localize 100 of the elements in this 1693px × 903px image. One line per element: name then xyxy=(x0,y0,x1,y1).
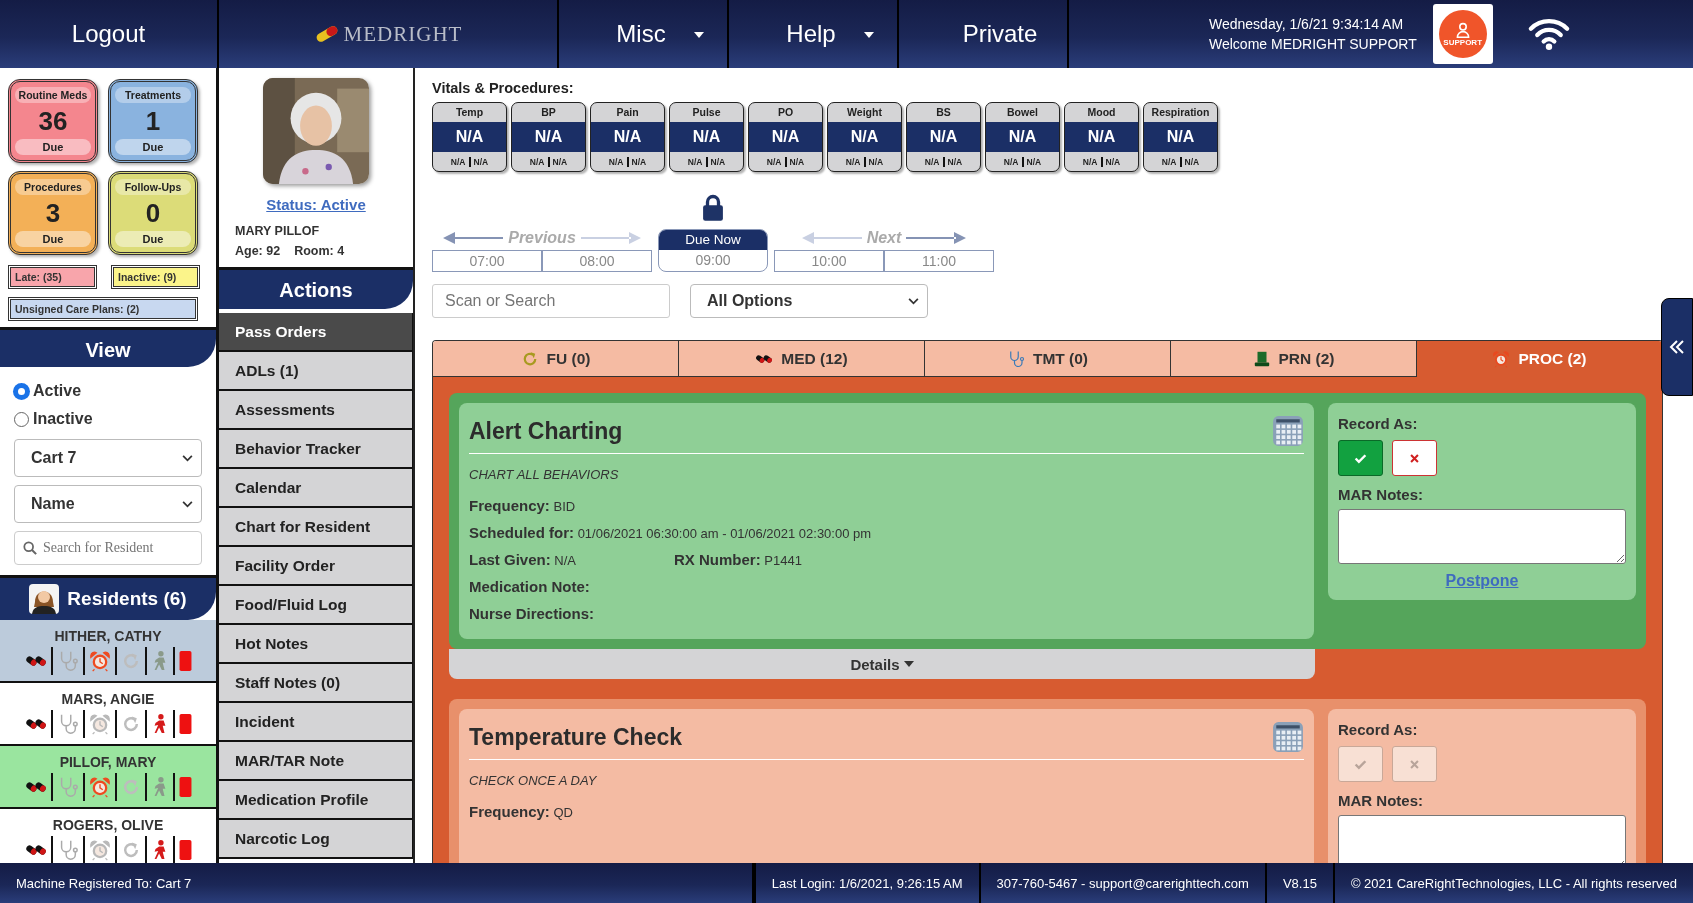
search-field[interactable]: Search for Resident xyxy=(14,531,202,565)
vital-label: BS xyxy=(935,105,952,120)
vital-tile[interactable]: BS N/A N/A N/A xyxy=(906,102,981,172)
menu-button[interactable]: Help xyxy=(729,0,899,68)
vital-tile[interactable]: Mood N/A N/A N/A xyxy=(1064,102,1139,172)
due-tile[interactable]: Routine Meds 36 Due xyxy=(8,79,98,163)
status-block-icon xyxy=(178,713,192,735)
confirm-button[interactable] xyxy=(1338,440,1383,476)
dropdown[interactable]: All Options xyxy=(690,284,928,318)
action-item[interactable]: Narcotic Log xyxy=(219,820,413,859)
vital-tile[interactable]: Weight N/A N/A N/A xyxy=(827,102,902,172)
time-slot[interactable]: 07:00 xyxy=(432,250,542,272)
vital-high: N/A xyxy=(788,156,805,167)
dropdown[interactable]: Name xyxy=(14,485,202,523)
room-text: Room: 4 xyxy=(294,243,345,260)
action-item[interactable]: Incident xyxy=(219,703,413,742)
resident-name: HITHER, CATHY xyxy=(53,628,163,644)
search-field[interactable]: Scan or Search xyxy=(432,284,670,318)
action-item[interactable]: ADLs (1) xyxy=(219,352,413,391)
radio-label[interactable]: Inactive xyxy=(33,410,93,428)
vital-tile[interactable]: PO N/A N/A N/A xyxy=(748,102,823,172)
action-item[interactable]: Calendar xyxy=(219,469,413,508)
due-tile[interactable]: Procedures 3 Due xyxy=(8,171,98,255)
notes-field[interactable] xyxy=(1338,509,1626,564)
vital-tile[interactable]: Respiration N/A N/A N/A xyxy=(1143,102,1218,172)
time-slot[interactable]: 08:00 xyxy=(542,250,652,272)
footer-text: © 2021 CareRightTechnologies, LLC - All rights reserved xyxy=(1349,874,1678,893)
tile-count: 36 xyxy=(38,109,68,133)
action-item[interactable]: Pass Orders xyxy=(219,313,413,352)
status-badge[interactable]: Unsigned Care Plans: (2) xyxy=(10,299,196,319)
action-item[interactable]: Staff Notes (0) xyxy=(219,664,413,703)
section-header: Residents (6) xyxy=(0,575,216,620)
reject-button[interactable] xyxy=(1392,440,1437,476)
radio-label[interactable]: Active xyxy=(33,382,82,400)
order-title: Alert Charting xyxy=(469,417,623,445)
time-slot[interactable]: 11:00 xyxy=(884,250,994,272)
vital-low: N/A xyxy=(766,156,787,167)
vital-tile[interactable]: Pulse N/A N/A N/A xyxy=(669,102,744,172)
vital-value: N/A xyxy=(828,122,901,152)
tile-label: Follow-Ups xyxy=(115,179,191,195)
due-tile[interactable]: Follow-Ups 0 Due xyxy=(108,171,198,255)
tab[interactable]: FU (0) xyxy=(433,341,679,377)
age-text: Age: 92 xyxy=(235,243,281,260)
resident-row[interactable]: HITHER, CATHY xyxy=(0,620,216,683)
tab[interactable]: TMT (0) xyxy=(925,341,1171,377)
time-slot[interactable]: Due Now 09:00 xyxy=(658,229,768,272)
chevron-icon xyxy=(908,297,919,305)
vital-high: N/A xyxy=(867,156,884,167)
chevron-icon xyxy=(182,454,193,462)
tile-count: 3 xyxy=(45,201,61,225)
vital-low: N/A xyxy=(1003,156,1024,167)
radio-button[interactable] xyxy=(14,383,29,399)
time-slot[interactable]: 10:00 xyxy=(774,250,884,272)
status-link[interactable]: Status: Active xyxy=(266,196,366,213)
action-item[interactable]: Medication Profile xyxy=(219,781,413,820)
menu-button[interactable]: Private xyxy=(899,0,1069,68)
collapse-button[interactable] xyxy=(1661,298,1693,396)
status-badge[interactable]: Inactive: (9) xyxy=(113,267,198,287)
status-badge[interactable]: Late: (35) xyxy=(10,267,95,287)
tile-label: Routine Meds xyxy=(15,87,91,103)
field-text: RX Number: P1441 xyxy=(674,551,803,568)
action-item[interactable]: MAR/TAR Note xyxy=(219,742,413,781)
vital-label: Mood xyxy=(1086,105,1117,120)
vital-label: BP xyxy=(540,105,557,120)
logo-text: MEDRIGHT xyxy=(343,21,463,47)
vital-value: N/A xyxy=(512,122,585,152)
tab[interactable]: MED (12) xyxy=(679,341,925,377)
menu-button[interactable]: Misc xyxy=(559,0,729,68)
tab[interactable]: PRN (2) xyxy=(1171,341,1417,377)
resident-row[interactable]: PILLOF, MARY xyxy=(0,746,216,809)
vital-tile[interactable]: BP N/A N/A N/A xyxy=(511,102,586,172)
instructions-text: CHECK ONCE A DAY xyxy=(469,773,598,788)
vital-tile[interactable]: Temp N/A N/A N/A xyxy=(432,102,507,172)
top-hat-icon xyxy=(1252,349,1271,368)
radio-button[interactable] xyxy=(14,411,29,427)
field-text: Frequency: BID xyxy=(469,497,577,514)
calendar-grid-icon xyxy=(1272,721,1304,753)
resident-name: ROGERS, OLIVE xyxy=(51,817,165,833)
status-block-icon xyxy=(178,839,192,861)
due-tile[interactable]: Treatments 1 Due xyxy=(108,79,198,163)
vital-value: N/A xyxy=(670,122,743,152)
notes-field[interactable] xyxy=(1338,815,1626,863)
action-item[interactable]: Facility Order xyxy=(219,547,413,586)
dropdown[interactable]: Cart 7 xyxy=(14,439,202,477)
avatar-icon xyxy=(29,584,60,614)
right-arrow-icon xyxy=(906,232,967,244)
caret-icon xyxy=(903,661,914,667)
vital-low: N/A xyxy=(450,156,471,167)
vital-tile[interactable]: Pain N/A N/A N/A xyxy=(590,102,665,172)
action-item[interactable]: Chart for Resident xyxy=(219,508,413,547)
action-item[interactable]: Assessments xyxy=(219,391,413,430)
tab[interactable]: PROC (2) xyxy=(1417,341,1662,377)
action-item[interactable]: Hot Notes xyxy=(219,625,413,664)
vital-tile[interactable]: Bowel N/A N/A N/A xyxy=(985,102,1060,172)
action-item[interactable]: Behavior Tracker xyxy=(219,430,413,469)
vital-low: N/A xyxy=(608,156,629,167)
details-button[interactable]: Details xyxy=(449,649,1315,679)
instructions-text: CHART ALL BEHAVIORS xyxy=(469,467,620,482)
logout-button[interactable]: Logout xyxy=(0,0,219,68)
action-item[interactable]: Food/Fluid Log xyxy=(219,586,413,625)
